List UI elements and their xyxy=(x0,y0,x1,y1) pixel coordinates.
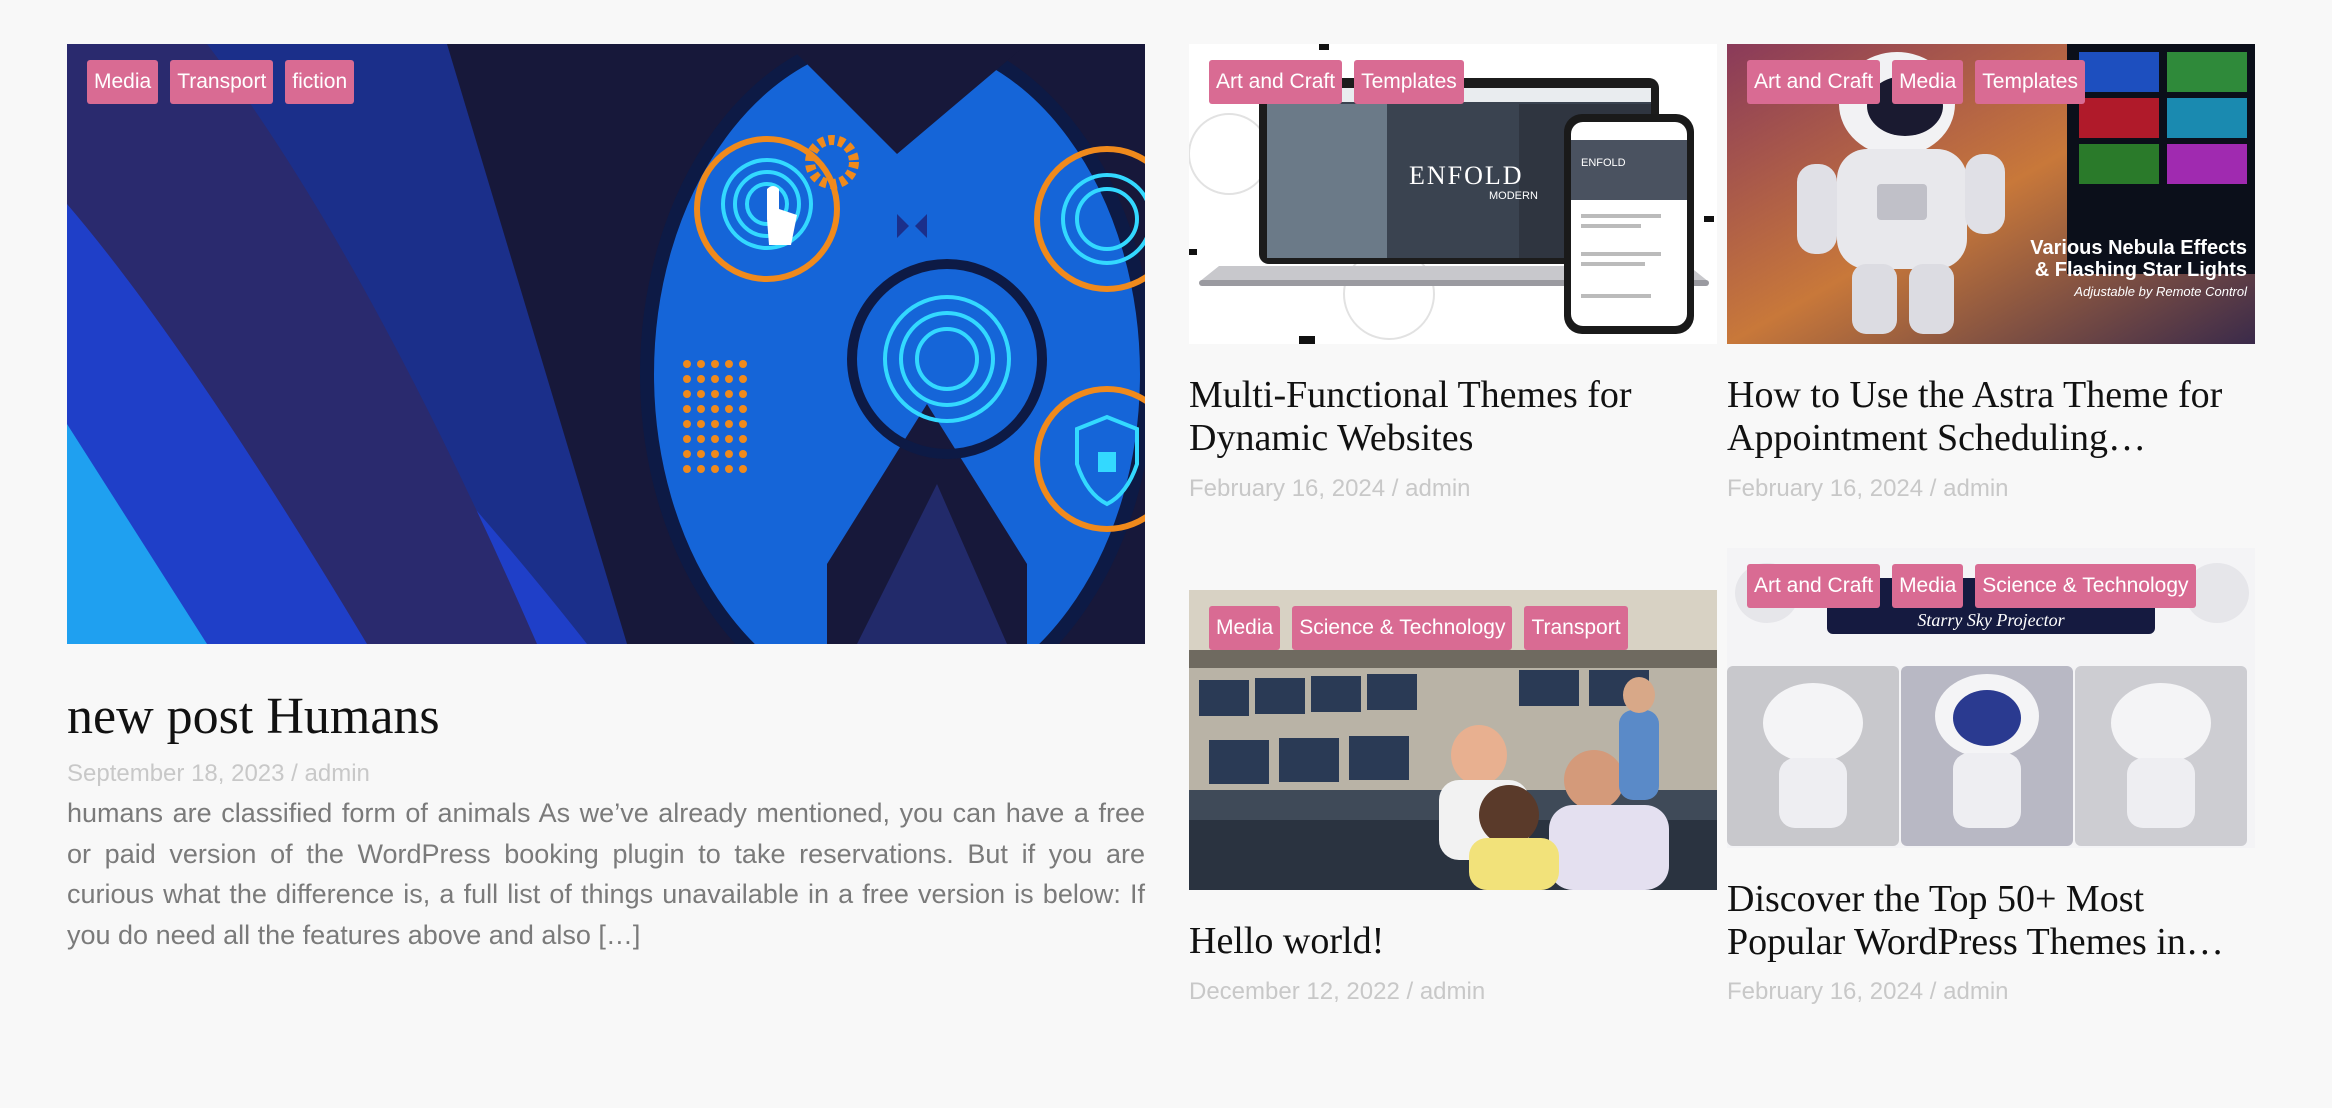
tag-fiction[interactable]: fiction xyxy=(285,60,355,104)
post-meta: February 16, 2024 / admin xyxy=(1727,474,2009,504)
tag-media[interactable]: Media xyxy=(1892,60,1964,104)
cybersecurity-illustration xyxy=(67,44,1145,644)
tag-templates[interactable]: Templates xyxy=(1354,60,1464,104)
tag-media[interactable]: Media xyxy=(87,60,159,104)
post-date[interactable]: December 12, 2022 xyxy=(1189,978,1400,1005)
post-tags: Media Transport fiction xyxy=(87,60,355,104)
image-banner-text: Starry Sky Projector xyxy=(1917,610,2065,630)
tag-transport[interactable]: Transport xyxy=(1524,606,1628,650)
meta-separator: / xyxy=(1385,475,1406,502)
post-author[interactable]: admin xyxy=(1420,978,1485,1005)
tag-transport[interactable]: Transport xyxy=(170,60,274,104)
post-meta: December 12, 2022 / admin xyxy=(1189,977,1485,1007)
post-date[interactable]: September 18, 2023 xyxy=(67,760,285,787)
post-date[interactable]: February 16, 2024 xyxy=(1727,475,1923,502)
post-tags: Art and Craft Media Science & Technology xyxy=(1747,564,2196,608)
post-date[interactable]: February 16, 2024 xyxy=(1727,978,1923,1005)
image-brand-text: ENFOLD xyxy=(1409,161,1524,190)
image-text-line3: Adjustable by Remote Control xyxy=(2073,284,2248,299)
post-tags: Art and Craft Templates xyxy=(1209,60,1464,104)
post-meta: February 16, 2024 / admin xyxy=(1189,474,1471,504)
image-brand-sub-text: MODERN xyxy=(1489,190,1538,202)
post-excerpt: humans are classified form of animals As… xyxy=(67,798,1145,950)
image-text-line2: & Flashing Star Lights xyxy=(2035,259,2247,281)
tag-media[interactable]: Media xyxy=(1209,606,1281,650)
post-author[interactable]: admin xyxy=(1943,475,2008,502)
post-author[interactable]: admin xyxy=(1943,978,2008,1005)
post-title[interactable]: new post Humans xyxy=(67,688,1145,746)
tag-templates[interactable]: Templates xyxy=(1975,60,2085,104)
post-title[interactable]: Multi-Functional Themes for Dynamic Webs… xyxy=(1189,374,1717,460)
post-thumbnail-link[interactable] xyxy=(67,44,1145,644)
post-tags: Art and Craft Media Templates xyxy=(1747,60,2085,104)
post-meta: September 18, 2023 / admin xyxy=(67,759,370,789)
image-text-line1: Various Nebula Effects xyxy=(2030,237,2247,259)
meta-separator: / xyxy=(284,760,305,787)
tag-art-and-craft[interactable]: Art and Craft xyxy=(1209,60,1343,104)
tag-media[interactable]: Media xyxy=(1892,564,1964,608)
meta-separator: / xyxy=(1923,978,1944,1005)
post-author[interactable]: admin xyxy=(305,760,370,787)
post-author[interactable]: admin xyxy=(1405,475,1470,502)
post-title[interactable]: How to Use the Astra Theme for Appointme… xyxy=(1727,374,2255,460)
post-date[interactable]: February 16, 2024 xyxy=(1189,475,1385,502)
meta-separator: / xyxy=(1399,978,1420,1005)
meta-separator: / xyxy=(1923,475,1944,502)
tag-art-and-craft[interactable]: Art and Craft xyxy=(1747,60,1881,104)
tag-science-and-technology[interactable]: Science & Technology xyxy=(1292,606,1513,650)
tag-science-and-technology[interactable]: Science & Technology xyxy=(1975,564,2196,608)
tag-art-and-craft[interactable]: Art and Craft xyxy=(1747,564,1881,608)
post-title[interactable]: Discover the Top 50+ Most Popular WordPr… xyxy=(1727,878,2255,964)
post-meta: February 16, 2024 / admin xyxy=(1727,977,2009,1007)
post-tags: Media Science & Technology Transport xyxy=(1209,606,1628,650)
post-title[interactable]: Hello world! xyxy=(1189,920,1717,963)
image-phone-brand-text: ENFOLD xyxy=(1581,157,1626,169)
